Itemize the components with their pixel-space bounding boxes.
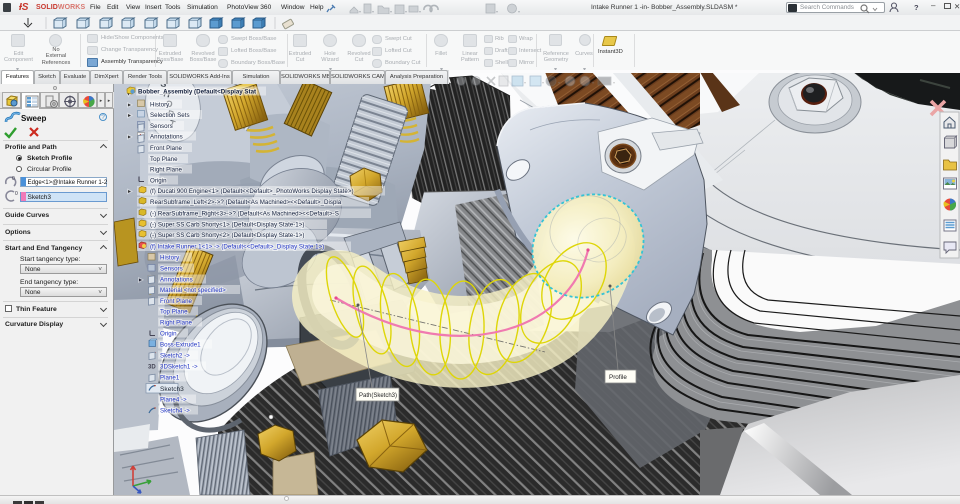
- svg-text:▾: ▾: [592, 80, 594, 85]
- svg-text:Right Plane: Right Plane: [160, 320, 193, 327]
- svg-text:Sketch2 ->: Sketch2 ->: [160, 353, 190, 360]
- svg-text:Sensors: Sensors: [150, 123, 173, 130]
- svg-text:▾: ▾: [405, 9, 407, 14]
- svg-text:(f) Intake Runner 1<1> -> (Def: (f) Intake Runner 1<1> -> (Default<<Defa…: [150, 244, 324, 251]
- svg-text:0: 0: [15, 191, 18, 197]
- svg-text:Annotations: Annotations: [160, 277, 193, 284]
- svg-text:3DSketch1 ->: 3DSketch1 ->: [160, 364, 198, 371]
- svg-text:Origin: Origin: [160, 331, 177, 338]
- svg-text:Sketch3: Sketch3: [160, 386, 184, 393]
- svg-text:(-) Super SS Carb Shorty<2> (D: (-) Super SS Carb Shorty<2> (Default<Dis…: [150, 232, 304, 239]
- svg-text:History: History: [150, 102, 170, 109]
- svg-text:Path(Sketch3): Path(Sketch3): [359, 393, 397, 399]
- svg-text:Plane1: Plane1: [160, 375, 180, 382]
- svg-text:▾: ▾: [518, 9, 520, 14]
- svg-text:Annotations: Annotations: [150, 134, 183, 141]
- svg-text:▾: ▾: [558, 80, 560, 85]
- svg-text:▾: ▾: [542, 80, 544, 85]
- svg-text:▸: ▸: [128, 103, 131, 109]
- svg-text:▾: ▾: [613, 80, 615, 85]
- svg-text:Top Plane: Top Plane: [160, 309, 188, 316]
- svg-text:▾: ▾: [390, 9, 392, 14]
- svg-text:Profile: Profile: [609, 374, 627, 381]
- svg-text:Material <not specified>: Material <not specified>: [160, 287, 226, 294]
- svg-text:▸: ▸: [139, 278, 142, 284]
- svg-text:(f) Ducati 900 Engine<1> (Defa: (f) Ducati 900 Engine<1> (Default<<Defau…: [150, 188, 354, 195]
- svg-text:History: History: [160, 255, 180, 262]
- svg-text:(-) RearSubframe_Right<3>->? (: (-) RearSubframe_Right<3>->? (Default<As…: [150, 211, 339, 218]
- svg-text:▾: ▾: [419, 9, 421, 14]
- svg-text:(-) Super SS Carb Shorty<1> (D: (-) Super SS Carb Shorty<1> (Default<Dis…: [150, 222, 304, 229]
- svg-text:Sensors: Sensors: [160, 266, 183, 273]
- svg-text:3D: 3D: [148, 365, 156, 371]
- svg-text:Plane4 ->: Plane4 ->: [160, 397, 187, 404]
- svg-text:▾: ▾: [372, 9, 374, 14]
- svg-text:▾: ▾: [359, 9, 361, 14]
- svg-text:▾: ▾: [524, 80, 526, 85]
- svg-text:▸: ▸: [128, 189, 131, 195]
- svg-text:Sketch4 ->: Sketch4 ->: [160, 408, 190, 415]
- svg-text:Front Plane: Front Plane: [150, 145, 183, 152]
- svg-text:RearSubframe_Left<2>->? (Defau: RearSubframe_Left<2>->? (Default<As Mach…: [150, 199, 342, 206]
- svg-text:Right Plane: Right Plane: [150, 167, 183, 174]
- svg-text:Bobber_Assembly (Default<Displ: Bobber_Assembly (Default<Display Stat: [138, 89, 256, 96]
- svg-text:▾: ▾: [496, 9, 498, 14]
- svg-text:Selection Sets: Selection Sets: [150, 112, 190, 119]
- svg-text:Front Plane: Front Plane: [160, 298, 193, 305]
- svg-text:▸: ▸: [128, 113, 131, 119]
- svg-text:0: 0: [12, 176, 15, 182]
- svg-text:Origin: Origin: [150, 178, 167, 185]
- svg-text:Top Plane: Top Plane: [150, 156, 178, 163]
- svg-text:Boss-Extrude1: Boss-Extrude1: [160, 342, 201, 349]
- svg-text:▸: ▸: [128, 135, 131, 141]
